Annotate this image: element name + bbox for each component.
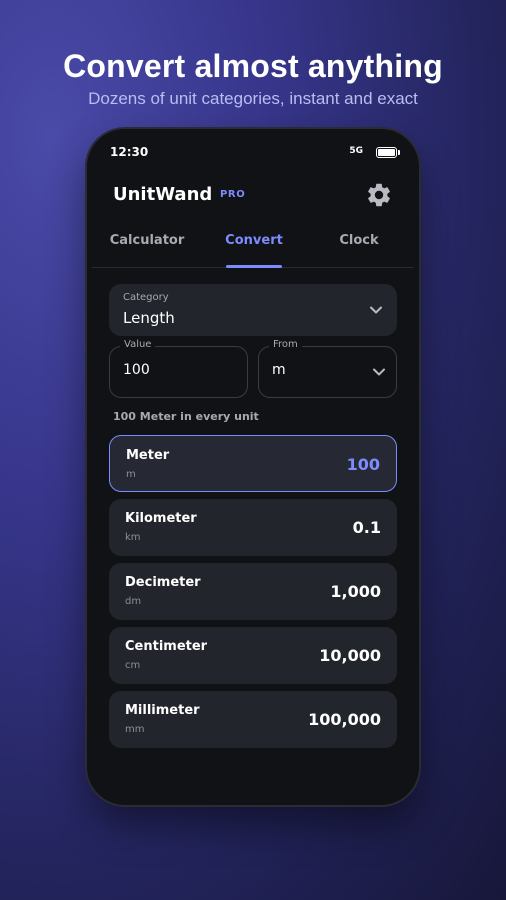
- status-bar: 12:30 5G: [110, 145, 400, 161]
- from-value: m: [272, 362, 286, 378]
- app-bar: UnitWand PRO: [113, 181, 393, 211]
- unit-symbol: dm: [125, 596, 142, 607]
- unit-symbol: m: [126, 469, 136, 480]
- from-unit-select[interactable]: From m: [258, 339, 397, 398]
- value-input[interactable]: Value 100: [109, 339, 248, 398]
- unit-value: 10,000: [319, 646, 381, 665]
- unit-symbol: cm: [125, 660, 141, 671]
- promo-subline: Dozens of unit categories, instant and e…: [88, 89, 418, 108]
- category-label: Category: [123, 292, 169, 303]
- value-text: 100: [123, 362, 150, 378]
- unit-value: 100,000: [308, 710, 381, 729]
- unit-name: Centimeter: [125, 639, 208, 654]
- unit-row-decimeter[interactable]: Decimeter dm 1,000: [109, 563, 397, 620]
- status-time: 12:30: [110, 145, 149, 159]
- unit-row-millimeter[interactable]: Millimeter mm 100,000: [109, 691, 397, 748]
- unit-name: Meter: [126, 448, 170, 463]
- tab-convert[interactable]: Convert: [199, 233, 309, 248]
- results-title: 100 Meter in every unit: [113, 410, 259, 423]
- tab-calculator[interactable]: Calculator: [92, 233, 202, 248]
- unit-name: Kilometer: [125, 511, 197, 526]
- unit-value: 0.1: [352, 518, 381, 537]
- network-indicator: 5G: [349, 146, 363, 156]
- chevron-down-icon: [370, 306, 382, 314]
- phone-frame: 12:30 5G UnitWand PRO Calculator Convert…: [87, 129, 419, 805]
- unit-name: Decimeter: [125, 575, 201, 590]
- active-tab-indicator: [226, 265, 282, 268]
- pro-badge: PRO: [220, 189, 246, 200]
- unit-row-meter[interactable]: Meter m 100: [109, 435, 397, 492]
- category-select[interactable]: Category Length: [109, 284, 397, 336]
- unit-row-centimeter[interactable]: Centimeter cm 10,000: [109, 627, 397, 684]
- unit-value: 100: [346, 455, 380, 474]
- unit-row-kilometer[interactable]: Kilometer km 0.1: [109, 499, 397, 556]
- value-label: Value: [120, 339, 156, 350]
- promo-headline: Convert almost anything: [63, 48, 443, 84]
- chevron-down-icon: [373, 368, 385, 376]
- category-value: Length: [123, 309, 175, 327]
- from-label: From: [269, 339, 302, 350]
- unit-value: 1,000: [330, 582, 381, 601]
- settings-gear-icon[interactable]: [365, 181, 393, 209]
- unit-symbol: mm: [125, 724, 145, 735]
- unit-symbol: km: [125, 532, 141, 543]
- unit-name: Millimeter: [125, 703, 200, 718]
- tab-clock[interactable]: Clock: [304, 233, 414, 248]
- app-title: UnitWand: [113, 184, 213, 205]
- tab-bar: Calculator Convert Clock: [92, 233, 414, 268]
- battery-icon: [376, 147, 400, 158]
